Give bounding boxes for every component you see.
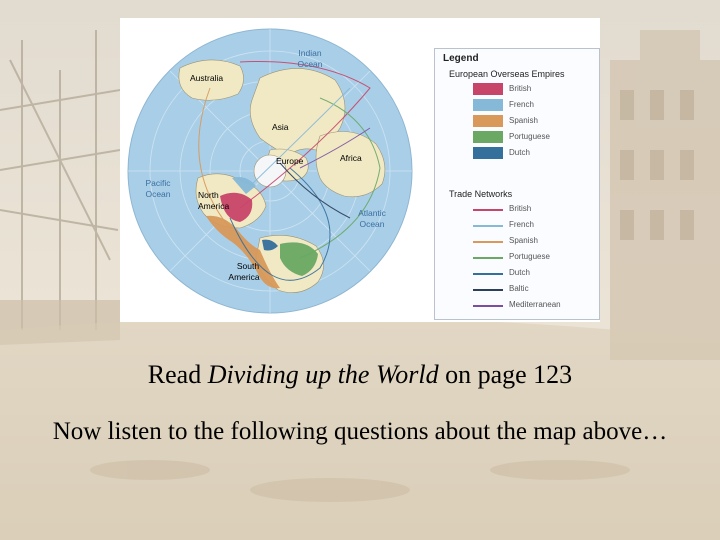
legend-network-label: Dutch: [509, 268, 530, 277]
label-indian-ocean-1: Indian: [298, 48, 321, 58]
legend-empire-dutch: Dutch: [473, 147, 593, 159]
label-pacific-ocean-2: Ocean: [145, 189, 170, 199]
legend-network-line: [473, 225, 503, 227]
legend-network-mediterranean: Mediterranean: [473, 299, 593, 311]
legend-empire-swatch: [473, 83, 503, 95]
legend-network-british: British: [473, 203, 593, 215]
empires-map-figure: Indian Ocean Australia Asia Europe Afric…: [120, 18, 600, 322]
legend-network-label: Mediterranean: [509, 300, 561, 309]
legend-network-line: [473, 289, 503, 291]
label-south-america-1: South: [237, 261, 259, 271]
legend-empire-label: Spanish: [509, 116, 538, 125]
legend-empire-portuguese: Portuguese: [473, 131, 593, 143]
label-europe: Europe: [276, 156, 304, 166]
label-asia: Asia: [272, 122, 289, 132]
label-north-america-1: North: [198, 190, 219, 200]
caption-suffix: on page 123: [438, 360, 573, 389]
label-atlantic-ocean-1: Atlantic: [358, 208, 387, 218]
legend-network-portuguese: Portuguese: [473, 251, 593, 263]
legend-network-label: Portuguese: [509, 252, 550, 261]
legend-empire-swatch: [473, 99, 503, 111]
legend-title: Legend: [443, 53, 479, 64]
label-australia: Australia: [190, 73, 223, 83]
legend-network-line: [473, 257, 503, 259]
label-africa: Africa: [340, 153, 362, 163]
label-pacific-ocean-1: Pacific: [145, 178, 171, 188]
listening-instruction: Now listen to the following questions ab…: [52, 418, 668, 445]
legend-network-label: French: [509, 220, 534, 229]
legend-empire-label: Portuguese: [509, 132, 550, 141]
reading-instruction: Read Dividing up the World on page 123: [0, 360, 720, 390]
map-legend: Legend European Overseas Empires British…: [434, 48, 600, 320]
legend-empire-label: Dutch: [509, 148, 530, 157]
legend-empires-title: European Overseas Empires: [449, 69, 565, 79]
legend-empire-swatch: [473, 115, 503, 127]
caption-prefix: Read: [147, 360, 208, 389]
legend-network-line: [473, 209, 503, 211]
label-north-america-2: America: [198, 201, 229, 211]
legend-network-line: [473, 305, 503, 307]
caption-title: Dividing up the World: [207, 360, 439, 389]
legend-network-spanish: Spanish: [473, 235, 593, 247]
legend-empire-british: British: [473, 83, 593, 95]
legend-network-baltic: Baltic: [473, 283, 593, 295]
legend-network-line: [473, 241, 503, 243]
legend-empire-label: British: [509, 84, 532, 93]
legend-empire-label: French: [509, 100, 534, 109]
legend-empire-swatch: [473, 147, 503, 159]
label-south-america-2: America: [228, 272, 259, 282]
legend-empire-french: French: [473, 99, 593, 111]
legend-network-label: Baltic: [509, 284, 529, 293]
legend-network-label: British: [509, 204, 532, 213]
label-indian-ocean-2: Ocean: [297, 59, 322, 69]
legend-empire-swatch: [473, 131, 503, 143]
legend-network-dutch: Dutch: [473, 267, 593, 279]
legend-network-line: [473, 273, 503, 275]
legend-networks-title: Trade Networks: [449, 189, 513, 199]
legend-empire-spanish: Spanish: [473, 115, 593, 127]
legend-network-label: Spanish: [509, 236, 538, 245]
legend-network-french: French: [473, 219, 593, 231]
label-atlantic-ocean-2: Ocean: [359, 219, 384, 229]
